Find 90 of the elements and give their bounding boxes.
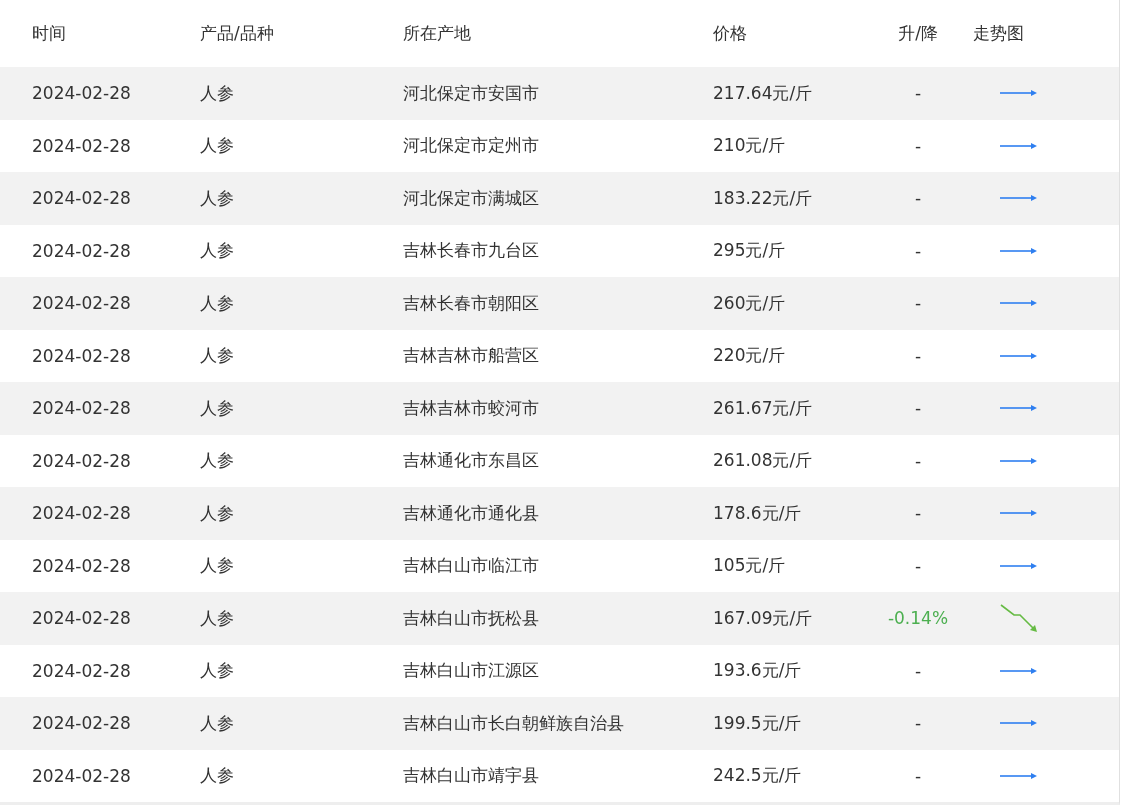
right-arrow-icon xyxy=(1000,719,1038,728)
origin-cell-text: 吉林白山市临江市 xyxy=(403,554,540,578)
change-cell: -0.14% xyxy=(887,608,949,629)
price-cell-text: 199.5元/斤 xyxy=(713,711,803,735)
date-cell-text: 2024-02-28 xyxy=(32,503,132,524)
origin-cell-text: 吉林吉林市船营区 xyxy=(403,344,540,368)
product-cell-text: 人参 xyxy=(200,659,235,683)
origin-cell-text: 河北保定市安国市 xyxy=(403,81,540,105)
right-arrow-icon xyxy=(1000,351,1038,360)
price-cell-text: 217.64元/斤 xyxy=(713,81,814,105)
date-cell-text: 2024-02-28 xyxy=(32,660,132,681)
product-cell-text: 人参 xyxy=(200,449,235,473)
date-cell-text: 2024-02-28 xyxy=(32,293,132,314)
origin-cell-text: 吉林白山市抚松县 xyxy=(403,606,540,630)
change-cell: - xyxy=(914,660,922,681)
right-arrow-icon xyxy=(1000,194,1038,203)
change-cell: - xyxy=(914,83,922,104)
change-cell: - xyxy=(914,240,922,261)
right-arrow-icon xyxy=(1000,666,1038,675)
price-cell-text: 193.6元/斤 xyxy=(713,659,803,683)
product-cell-text: 人参 xyxy=(200,344,235,368)
date-cell-text: 2024-02-28 xyxy=(32,398,132,419)
column-header: 价格 xyxy=(713,22,748,45)
right-arrow-icon xyxy=(1000,771,1038,780)
column-header: 产品/品种 xyxy=(200,22,275,45)
right-arrow-icon xyxy=(1000,246,1038,255)
product-cell-text: 人参 xyxy=(200,239,235,263)
origin-cell-text: 吉林长春市朝阳区 xyxy=(403,291,540,315)
price-cell-text: 178.6元/斤 xyxy=(713,501,803,525)
origin-cell-text: 吉林白山市江源区 xyxy=(403,659,540,683)
price-cell-text: 261.08元/斤 xyxy=(713,449,814,473)
change-cell: - xyxy=(914,450,922,471)
date-cell-text: 2024-02-28 xyxy=(32,555,132,576)
right-arrow-icon xyxy=(1000,89,1038,98)
date-cell-text: 2024-02-28 xyxy=(32,135,132,156)
date-cell-text: 2024-02-28 xyxy=(32,345,132,366)
origin-cell-text: 吉林通化市东昌区 xyxy=(403,449,540,473)
origin-cell-text: 河北保定市满城区 xyxy=(403,186,540,210)
change-cell: - xyxy=(914,345,922,366)
product-cell-text: 人参 xyxy=(200,764,235,788)
change-cell: - xyxy=(914,713,922,734)
change-cell: - xyxy=(914,503,922,524)
product-cell-text: 人参 xyxy=(200,186,235,210)
origin-cell-text: 吉林白山市靖宇县 xyxy=(403,764,540,788)
change-cell: - xyxy=(914,398,922,419)
price-cell-text: 242.5元/斤 xyxy=(713,764,803,788)
product-cell-text: 人参 xyxy=(200,606,235,630)
down-trend-arrow-icon xyxy=(1000,603,1038,634)
date-cell-text: 2024-02-28 xyxy=(32,713,132,734)
change-cell: - xyxy=(914,293,922,314)
column-header: 所在产地 xyxy=(403,22,472,45)
column-header: 走势图 xyxy=(973,22,1025,45)
price-cell-text: 105元/斤 xyxy=(713,554,787,578)
change-cell: - xyxy=(914,765,922,786)
price-cell-text: 210元/斤 xyxy=(713,134,787,158)
date-cell-text: 2024-02-28 xyxy=(32,240,132,261)
origin-cell-text: 吉林长春市九台区 xyxy=(403,239,540,263)
origin-cell-text: 吉林白山市长白朝鲜族自治县 xyxy=(403,711,625,735)
product-cell-text: 人参 xyxy=(200,554,235,578)
right-arrow-icon xyxy=(1000,404,1038,413)
product-cell-text: 人参 xyxy=(200,396,235,420)
product-cell-text: 人参 xyxy=(200,291,235,315)
right-arrow-icon xyxy=(1000,561,1038,570)
change-cell: - xyxy=(914,555,922,576)
right-arrow-icon xyxy=(1000,509,1038,518)
origin-cell-text: 河北保定市定州市 xyxy=(403,134,540,158)
price-cell-text: 261.67元/斤 xyxy=(713,396,814,420)
product-cell-text: 人参 xyxy=(200,134,235,158)
product-cell-text: 人参 xyxy=(200,711,235,735)
change-cell: - xyxy=(914,188,922,209)
origin-cell-text: 吉林通化市通化县 xyxy=(403,501,540,525)
product-cell-text: 人参 xyxy=(200,501,235,525)
right-arrow-icon xyxy=(1000,141,1038,150)
right-arrow-icon xyxy=(1000,299,1038,308)
right-arrow-icon xyxy=(1000,456,1038,465)
date-cell-text: 2024-02-28 xyxy=(32,765,132,786)
date-cell-text: 2024-02-28 xyxy=(32,450,132,471)
column-header: 时间 xyxy=(32,22,67,45)
date-cell-text: 2024-02-28 xyxy=(32,608,132,629)
origin-cell-text: 吉林吉林市蛟河市 xyxy=(403,396,540,420)
price-cell-text: 167.09元/斤 xyxy=(713,606,814,630)
change-cell: - xyxy=(914,135,922,156)
price-cell-text: 260元/斤 xyxy=(713,291,787,315)
column-header: 升/降 xyxy=(897,22,939,45)
price-cell-text: 220元/斤 xyxy=(713,344,787,368)
date-cell-text: 2024-02-28 xyxy=(32,83,132,104)
price-cell-text: 295元/斤 xyxy=(713,239,787,263)
product-cell-text: 人参 xyxy=(200,81,235,105)
price-cell-text: 183.22元/斤 xyxy=(713,186,814,210)
date-cell-text: 2024-02-28 xyxy=(32,188,132,209)
